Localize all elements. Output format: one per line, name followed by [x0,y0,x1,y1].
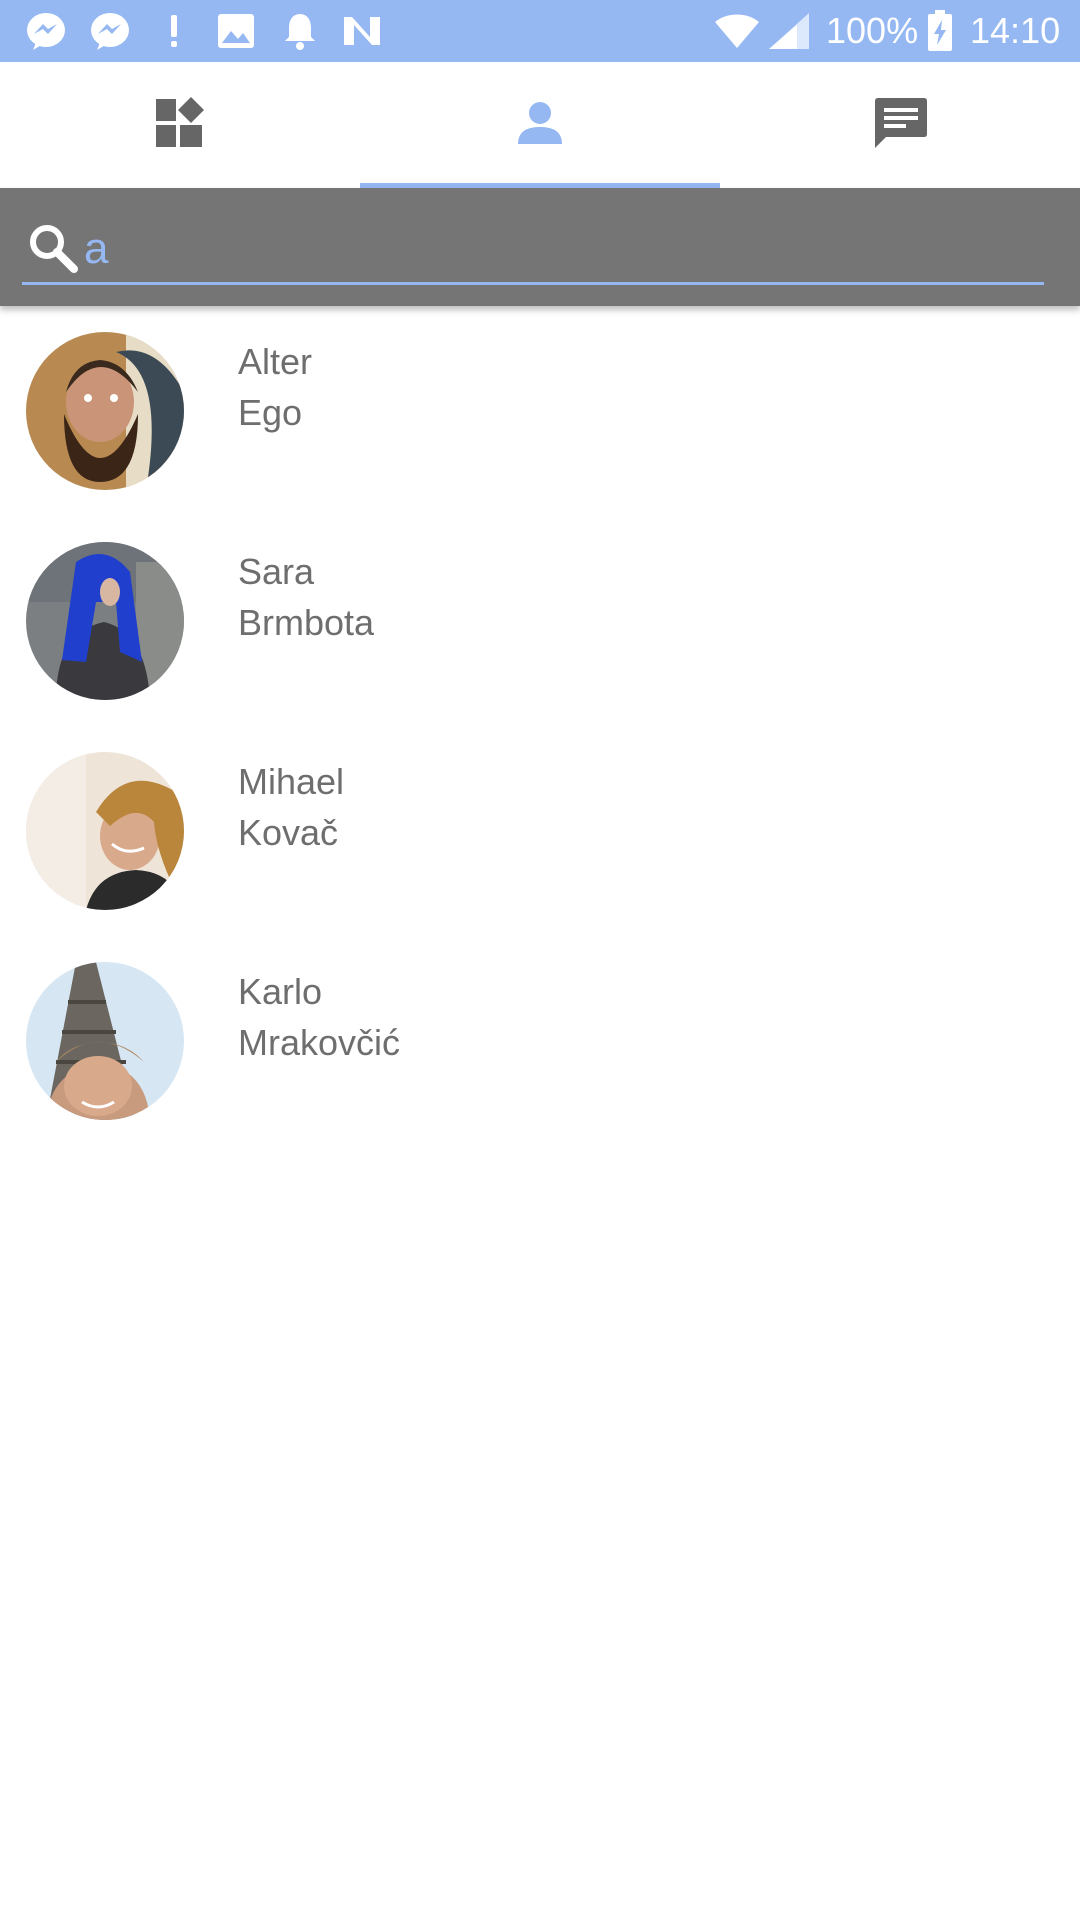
list-item[interactable]: Mihael Kovač [0,726,1080,936]
avatar [26,962,184,1120]
contact-name: Mihael Kovač [238,756,344,858]
contact-last-name: Kovač [238,812,339,853]
battery-percentage: 100% [826,10,919,51]
messenger-icon [88,9,132,53]
contact-first-name: Karlo [238,971,323,1012]
search-underline [22,282,1044,285]
contact-last-name: Ego [238,392,303,433]
contact-name: Alter Ego [238,336,312,438]
battery-charging-icon [922,9,958,53]
image-icon [214,9,258,53]
signal-icon [764,9,814,53]
tab-dashboard[interactable] [0,62,360,188]
search-icon[interactable] [26,221,80,275]
contact-name: Karlo Mrakovčić [238,966,400,1068]
n-icon [340,9,384,53]
contact-last-name: Brmbota [238,602,375,643]
tab-contacts[interactable] [360,62,720,188]
list-item[interactable]: Alter Ego [0,306,1080,516]
chat-icon [872,96,928,155]
tab-messages[interactable] [720,62,1080,188]
contact-first-name: Sara [238,551,315,592]
avatar [26,752,184,910]
bell-icon [278,9,322,53]
alert-icon [152,9,196,53]
avatar [26,332,184,490]
status-bar: 100% 14:10 [0,0,1080,62]
wifi-icon [712,9,762,53]
list-item[interactable]: Sara Brmbota [0,516,1080,726]
contact-first-name: Mihael [238,761,345,802]
clock: 14:10 [970,10,1061,51]
person-icon [517,100,563,151]
dashboard-icon [154,96,206,154]
tab-bar [0,62,1080,188]
contact-last-name: Mrakovčić [238,1022,401,1063]
contact-first-name: Alter [238,341,313,382]
search-bar [0,188,1080,306]
contact-name: Sara Brmbota [238,546,374,648]
messenger-icon [24,9,68,53]
list-item[interactable]: Karlo Mrakovčić [0,936,1080,1146]
avatar [26,542,184,700]
search-input[interactable] [84,214,1034,284]
